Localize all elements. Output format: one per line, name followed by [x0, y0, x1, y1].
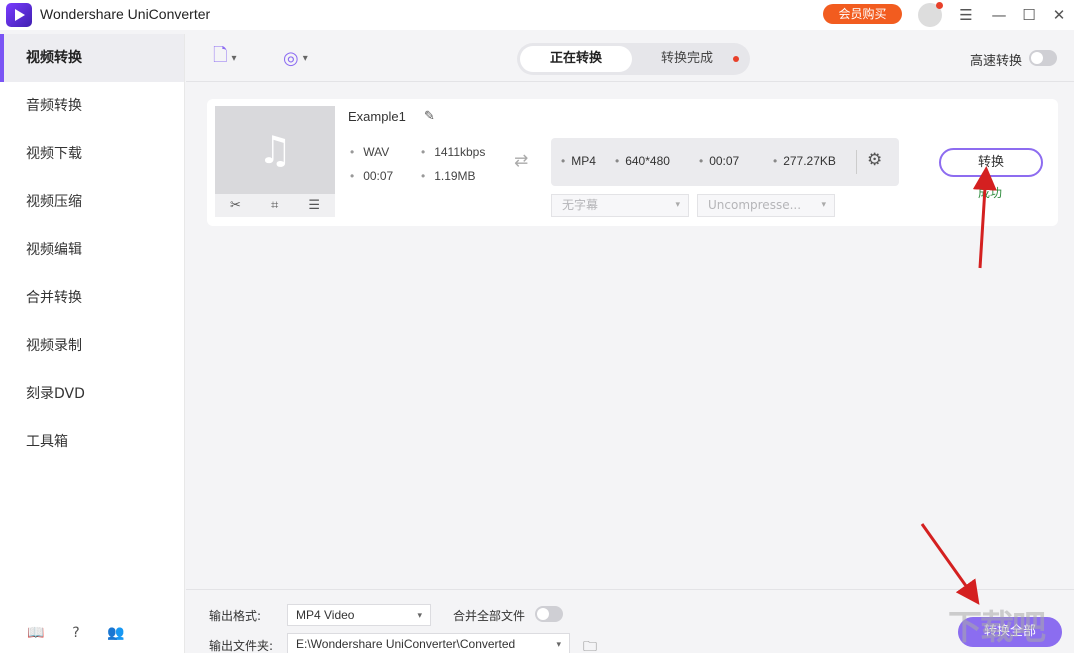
output-format-select[interactable]: MP4 Video ▾ [287, 604, 431, 626]
merge-all-label: 合并全部文件 [453, 609, 526, 623]
folder-icon[interactable]: 🗀 [583, 636, 597, 653]
toolbar: 🗋 ▾ ◎ ▾ 正在转换 转换完成 高速转换 [186, 34, 1074, 82]
output-folder-value: E:\Wondershare UniConverter\Converted [296, 637, 516, 651]
maximize-icon[interactable]: ☐ [1018, 4, 1040, 26]
file-thumbnail[interactable]: ♫ [215, 106, 335, 194]
output-resolution: 640*480 [615, 154, 670, 168]
output-format: MP4 [561, 154, 596, 168]
audio-track-value: Uncompresse... [708, 198, 802, 212]
app-logo-icon [6, 3, 32, 27]
chevron-down-icon: ▾ [231, 52, 237, 64]
footer-bar: 输出格式: MP4 Video ▾ 合并全部文件 输出文件夹: E:\Wonder… [186, 589, 1074, 653]
notification-dot [936, 2, 943, 9]
sidebar-item-toolbox[interactable]: 工具箱 [0, 418, 184, 466]
output-size: 277.27KB [773, 154, 836, 168]
minimize-icon[interactable]: — [988, 4, 1010, 26]
file-name: Example1 [348, 109, 406, 124]
title-bar: Wondershare UniConverter 会员购买 ☰ — ☐ ✕ [0, 0, 1074, 30]
divider [856, 150, 857, 174]
output-duration: 00:07 [699, 154, 739, 168]
chevron-down-icon: ▾ [675, 200, 680, 210]
output-folder-select[interactable]: E:\Wondershare UniConverter\Converted ▾ [287, 633, 570, 653]
add-file-button[interactable]: 🗋 ▾ [213, 44, 237, 72]
output-folder-label: 输出文件夹: [209, 639, 274, 653]
sidebar-item-merge[interactable]: 合并转换 [0, 274, 184, 322]
tab-converting[interactable]: 正在转换 [520, 46, 632, 72]
sidebar-item-video-compress[interactable]: 视频压缩 [0, 178, 184, 226]
output-format-value: MP4 Video [296, 608, 355, 622]
sidebar-item-burn-dvd[interactable]: 刻录DVD [0, 370, 184, 418]
sidebar: 视频转换 音频转换 视频下载 视频压缩 视频编辑 合并转换 视频录制 刻录DVD… [0, 34, 185, 653]
close-icon[interactable]: ✕ [1048, 4, 1070, 26]
effects-icon[interactable]: ☰ [308, 198, 320, 213]
source-size: 1.19MB [421, 169, 475, 183]
watermark-logo: 下载吧 [948, 608, 1046, 648]
sidebar-item-video-download[interactable]: 视频下载 [0, 130, 184, 178]
app-title: Wondershare UniConverter [40, 6, 211, 22]
add-disc-icon: ◎ [283, 47, 299, 69]
file-card: ♫ ✂ ⌗ ☰ Example1 ✎ WAV 1411kbps 00:07 1.… [207, 99, 1058, 226]
output-settings[interactable]: MP4 640*480 00:07 277.27KB ⚙ [551, 138, 899, 186]
merge-all-toggle[interactable] [535, 606, 563, 622]
thumbnail-tools: ✂ ⌗ ☰ [215, 194, 335, 217]
source-duration: 00:07 [350, 169, 393, 183]
sidebar-item-video-edit[interactable]: 视频编辑 [0, 226, 184, 274]
source-format: WAV [350, 145, 389, 159]
crop-icon[interactable]: ⌗ [271, 198, 278, 213]
convert-button[interactable]: 转换 [939, 148, 1043, 177]
add-file-icon: 🗋 [213, 45, 228, 66]
sidebar-item-audio-convert[interactable]: 音频转换 [0, 82, 184, 130]
subtitle-value: 无字幕 [562, 198, 599, 212]
user-avatar-icon[interactable] [918, 2, 943, 27]
help-icon[interactable]: ? [67, 624, 85, 642]
chevron-down-icon: ▾ [556, 639, 561, 649]
chevron-down-icon: ▾ [417, 610, 422, 620]
status-success: 成功 [978, 186, 1003, 200]
trim-icon[interactable]: ✂ [230, 198, 241, 213]
subtitle-dropdown[interactable]: 无字幕 ▾ [551, 194, 689, 217]
conversion-tabs: 正在转换 转换完成 [517, 43, 750, 75]
gear-icon[interactable]: ⚙ [867, 150, 882, 170]
account-icon[interactable]: 👥 [107, 624, 125, 642]
tab-finished[interactable]: 转换完成 [631, 46, 743, 72]
book-icon[interactable]: 📖 [27, 624, 45, 642]
convert-arrow-icon: ⇄ [514, 151, 529, 171]
chevron-down-icon: ▾ [302, 52, 308, 64]
finished-badge-dot [733, 56, 739, 62]
music-note-icon: ♫ [257, 128, 293, 172]
buy-membership-button[interactable]: 会员购买 [823, 4, 902, 24]
high-speed-toggle[interactable] [1029, 50, 1057, 66]
source-bitrate: 1411kbps [421, 145, 485, 159]
high-speed-label: 高速转换 [970, 54, 1023, 69]
add-dvd-button[interactable]: ◎ ▾ [283, 44, 308, 72]
menu-icon[interactable]: ☰ [955, 4, 977, 26]
sidebar-item-video-convert[interactable]: 视频转换 [0, 34, 184, 82]
sidebar-item-record[interactable]: 视频录制 [0, 322, 184, 370]
output-format-label: 输出格式: [209, 609, 262, 623]
chevron-down-icon: ▾ [821, 200, 826, 210]
audio-track-dropdown[interactable]: Uncompresse... ▾ [697, 194, 835, 217]
rename-edit-icon[interactable]: ✎ [424, 109, 435, 124]
